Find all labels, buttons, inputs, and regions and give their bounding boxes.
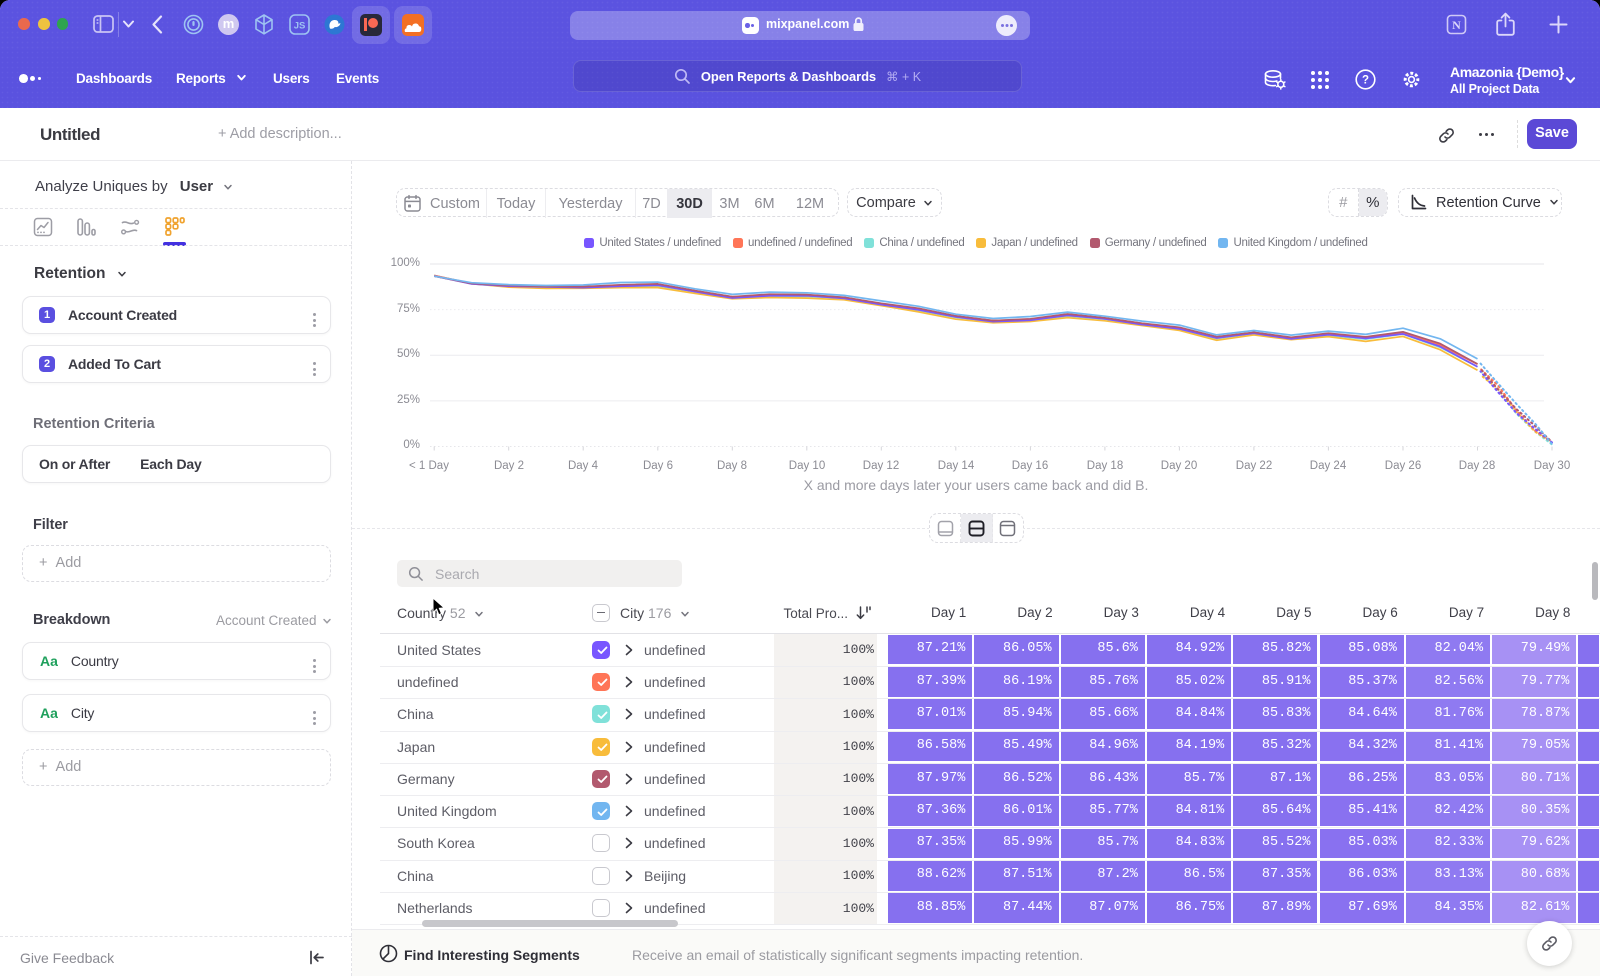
svg-text:?: ? xyxy=(1362,75,1369,87)
svg-text:JS: JS xyxy=(294,21,306,32)
svg-text:N: N xyxy=(1452,18,1461,32)
